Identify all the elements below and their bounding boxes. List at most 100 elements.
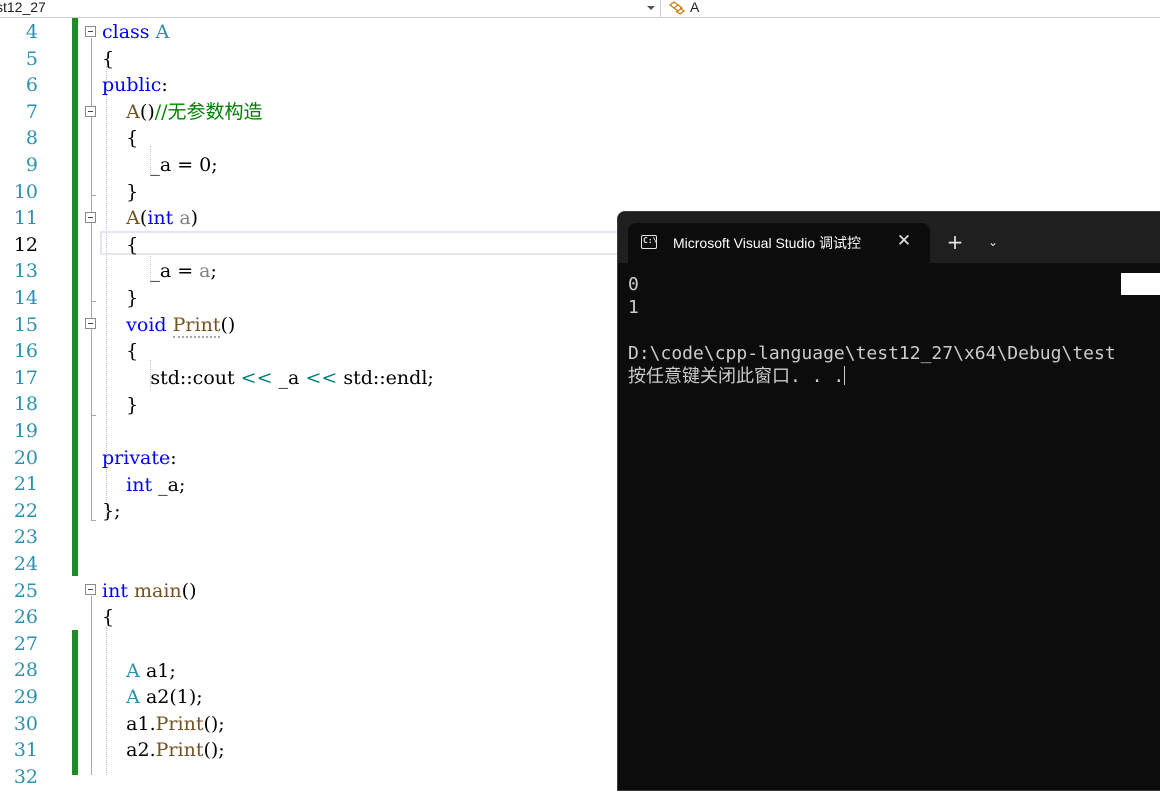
code-line-21[interactable]: int _a;	[102, 472, 185, 498]
collapse-icon[interactable]	[85, 318, 96, 329]
operator: <<	[305, 367, 338, 389]
code-line-13[interactable]: _a = a;	[102, 258, 217, 284]
outline-end	[91, 195, 96, 196]
line-number: 19	[13, 420, 38, 442]
outline-end	[91, 415, 96, 416]
brace: {	[102, 606, 115, 628]
punctuation: ();	[203, 739, 225, 761]
console-output[interactable]: 0 1 D:\code\cpp-language\test12_27\x64\D…	[628, 273, 1160, 388]
code-line-28[interactable]: A a1;	[102, 658, 176, 684]
function-name: main	[134, 580, 182, 602]
code-line-29[interactable]: A a2(1);	[102, 684, 203, 710]
line-number: 15	[13, 314, 38, 336]
line-number: 32	[13, 766, 38, 788]
code-line-4[interactable]: class A	[102, 19, 169, 45]
class-name: A	[155, 21, 170, 43]
current-line-highlight	[100, 231, 630, 255]
line-number: 13	[13, 260, 38, 282]
statement: a2(1);	[139, 686, 203, 708]
new-tab-button[interactable]: +	[943, 230, 967, 254]
keyword: int	[126, 474, 153, 496]
code-line-15[interactable]: void Print()	[102, 312, 235, 338]
change-marker	[72, 630, 78, 775]
code-line-17[interactable]: std::cout << _a << std::endl;	[102, 365, 434, 391]
code-line-9[interactable]: _a = 0;	[102, 152, 217, 178]
class-name: A	[126, 686, 140, 708]
code-line-11[interactable]: A(int a)	[102, 205, 198, 231]
chevron-down-icon[interactable]	[647, 6, 655, 10]
line-number: 10	[13, 181, 38, 203]
code-line-18[interactable]: }	[102, 392, 138, 418]
class-name: A	[126, 660, 140, 682]
line-number: 18	[13, 393, 38, 415]
line-number: 27	[13, 633, 38, 655]
code-line-7[interactable]: A()//无参数构造	[102, 99, 262, 125]
keyword: int	[102, 580, 128, 602]
brace: {	[126, 340, 139, 362]
outline-end	[91, 520, 96, 521]
code-line-14[interactable]: }	[102, 285, 138, 311]
collapse-icon[interactable]	[85, 212, 96, 223]
class-scope-label[interactable]: A	[690, 0, 699, 15]
punctuation: ()	[139, 101, 155, 123]
debug-console-window[interactable]: C:\ Microsoft Visual Studio 调试控 ✕ + ⌄ 0 …	[617, 211, 1160, 791]
line-number: 12	[13, 234, 38, 256]
punctuation: ()	[220, 314, 236, 336]
console-output-line: D:\code\cpp-language\test12_27\x64\Debug…	[628, 343, 1116, 364]
close-icon[interactable]: ✕	[892, 229, 916, 253]
keyword: int	[147, 207, 174, 229]
keyword: private	[102, 447, 171, 469]
outline-line	[91, 330, 92, 415]
punctuation: :	[170, 447, 177, 469]
brace: }	[126, 181, 139, 203]
line-number: 17	[13, 367, 38, 389]
line-number: 21	[13, 473, 38, 495]
code-line-6[interactable]: public:	[102, 72, 168, 98]
code-line-12[interactable]: {	[102, 232, 138, 258]
collapse-icon[interactable]	[85, 106, 96, 117]
code-line-30[interactable]: a1.Print();	[102, 711, 225, 737]
punctuation: ;	[210, 260, 217, 282]
code-line-8[interactable]: {	[102, 125, 138, 151]
line-number: 31	[13, 739, 38, 761]
console-output-line: 0	[628, 274, 639, 295]
code-line-5[interactable]: {	[102, 46, 114, 72]
line-number: 6	[25, 74, 38, 96]
line-number: 11	[13, 207, 38, 229]
punctuation: )	[190, 207, 199, 229]
console-tab[interactable]: C:\ Microsoft Visual Studio 调试控 ✕	[628, 223, 930, 263]
line-number: 25	[13, 580, 38, 602]
brace: }	[126, 287, 139, 309]
statement: a2.	[126, 739, 156, 761]
statement: a1.	[126, 713, 156, 735]
line-number: 5	[25, 48, 38, 70]
console-titlebar[interactable]: C:\ Microsoft Visual Studio 调试控 ✕ + ⌄	[618, 212, 1160, 263]
code-line-25[interactable]: int main()	[102, 578, 197, 604]
constructor-name: A	[126, 207, 140, 229]
punctuation: ();	[203, 713, 225, 735]
function-name: Print	[172, 314, 221, 338]
statement: std::endl;	[337, 367, 434, 389]
collapse-icon[interactable]	[85, 26, 96, 37]
code-line-20[interactable]: private:	[102, 445, 177, 471]
line-number: 14	[13, 287, 38, 309]
line-number: 29	[13, 686, 38, 708]
brace: }	[126, 394, 139, 416]
code-line-16[interactable]: {	[102, 338, 138, 364]
console-output-line: 1	[628, 297, 639, 318]
console-tab-title: Microsoft Visual Studio 调试控	[673, 235, 862, 251]
code-line-26[interactable]: {	[102, 604, 114, 630]
outline-end	[91, 301, 96, 302]
code-line-10[interactable]: }	[102, 179, 138, 205]
console-selection-block	[1121, 273, 1160, 295]
code-line-22[interactable]: };	[102, 498, 121, 524]
function-name: Print	[155, 713, 204, 735]
line-number: 28	[13, 659, 38, 681]
line-number: 23	[13, 526, 38, 548]
collapse-icon[interactable]	[85, 584, 96, 595]
project-dropdown[interactable]: st12_27	[0, 0, 661, 17]
chevron-down-icon[interactable]: ⌄	[981, 230, 1005, 254]
navigation-bar: st12_27 A	[0, 0, 1160, 18]
code-line-31[interactable]: a2.Print();	[102, 737, 225, 763]
